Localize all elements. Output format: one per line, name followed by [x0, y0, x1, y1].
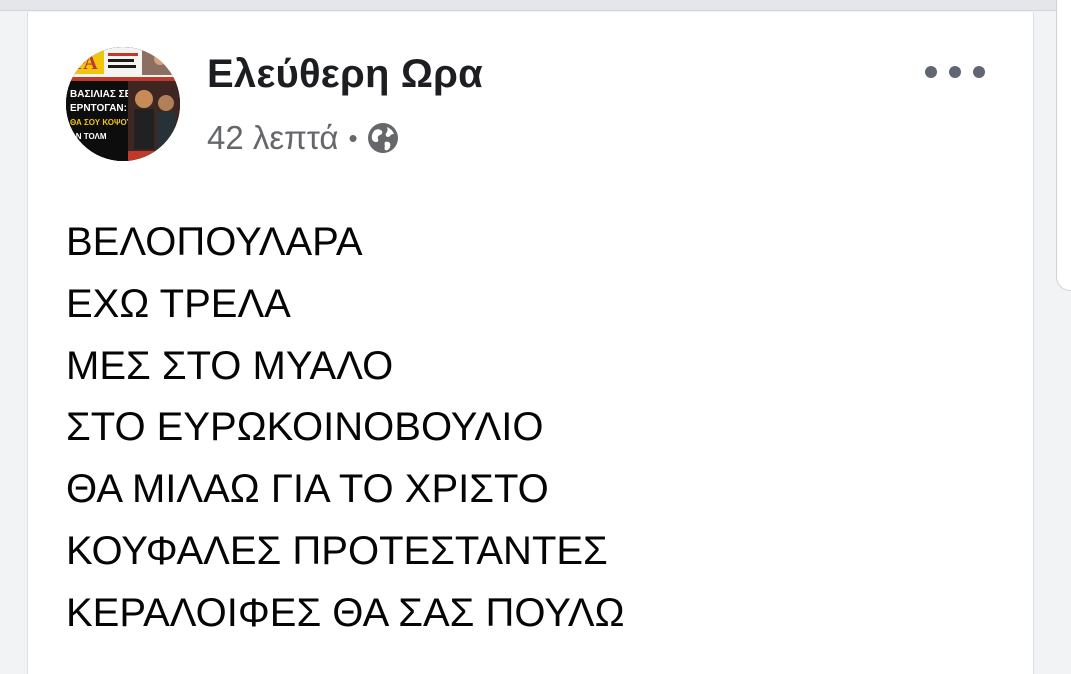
page-avatar[interactable]: ΡΑ ΒΑΣΙΛΙΑΣ ΣΕ ΕΡΝΤΟΓΑΝ: ΘΑ ΣΟΥ ΚΟΨΟΥΜΕ …: [66, 47, 180, 161]
meta-separator: •: [348, 122, 358, 153]
more-options-icon: [949, 66, 961, 78]
page-name-link[interactable]: Ελεύθερη Ωρα: [207, 52, 483, 97]
more-options-icon: [973, 66, 985, 78]
post-line: ΚΟΥΦΑΛΕΣ ΠΡΟΤΕΣΤΑΝΤΕΣ: [66, 528, 608, 573]
post-meta: 42 λεπτά •: [207, 118, 400, 158]
top-divider: [0, 0, 1071, 11]
scrollbar-edge[interactable]: [1056, 0, 1071, 291]
post-line: ΜΕΣ ΣΤΟ ΜΥΑΛΟ: [66, 343, 394, 388]
post-line: ΘΑ ΜΙΛΑΩ ΓΙΑ ΤΟ ΧΡΙΣΤΟ: [66, 467, 549, 512]
post-message: ΒΕΛΟΠΟΥΛΑΡΑ ΕΧΩ ΤΡΕΛΑ ΜΕΣ ΣΤΟ ΜΥΑΛΟ ΣΤΟ …: [66, 212, 1006, 645]
post-timestamp[interactable]: 42 λεπτά: [207, 119, 339, 157]
post-line: ΒΕΛΟΠΟΥΛΑΡΑ: [66, 220, 363, 264]
svg-text:ΒΑΣΙΛΙΑΣ ΣΕ: ΒΑΣΙΛΙΑΣ ΣΕ: [70, 89, 132, 100]
more-options-icon: [925, 66, 937, 78]
svg-text:ΕΡΝΤΟΓΑΝ:: ΕΡΝΤΟΓΑΝ:: [70, 103, 127, 114]
globe-icon[interactable]: [366, 121, 400, 155]
post-line: ΣΤΟ ΕΥΡΩΚΟΙΝΟΒΟΥΛΙΟ: [66, 405, 544, 450]
more-options-button[interactable]: [925, 57, 985, 87]
post-line: ΚΕΡΑΛΟΙΦΕΣ ΘΑ ΣΑΣ ΠΟΥΛΩ: [66, 590, 625, 635]
newspaper-avatar-image: ΡΑ ΒΑΣΙΛΙΑΣ ΣΕ ΕΡΝΤΟΓΑΝ: ΘΑ ΣΟΥ ΚΟΨΟΥΜΕ …: [66, 47, 180, 161]
post-line: ΕΧΩ ΤΡΕΛΑ: [66, 281, 291, 326]
